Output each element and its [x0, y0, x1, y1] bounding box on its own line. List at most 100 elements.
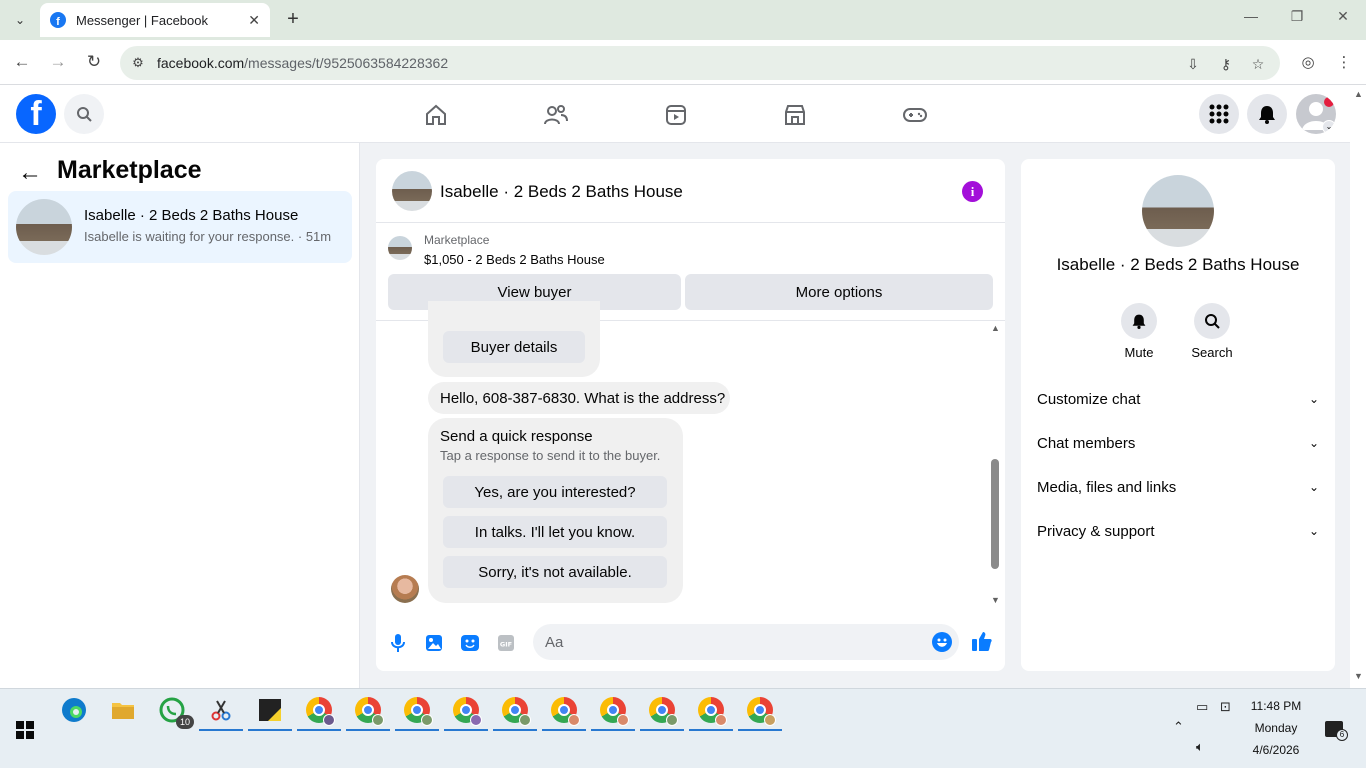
gif-icon[interactable]: GIF [495, 632, 517, 654]
quick-response-in-talks[interactable]: In talks. I'll let you know. [443, 516, 667, 548]
password-key-icon[interactable]: ⚷ [1216, 54, 1236, 74]
snipping-tool-icon[interactable] [199, 691, 243, 731]
quick-response-not-available[interactable]: Sorry, it's not available. [443, 556, 667, 588]
account-avatar[interactable]: ⌄ [1296, 94, 1336, 134]
sticker-icon[interactable] [459, 632, 481, 654]
notification-center-icon[interactable]: 6 [1325, 721, 1348, 741]
scroll-down-arrow-icon[interactable]: ▼ [991, 595, 1000, 605]
marketplace-icon[interactable] [782, 102, 808, 128]
chat-avatar[interactable] [392, 171, 432, 211]
browser-tab-bar: ⌄ f Messenger | Facebook ✕ + — ❐ ✕ [0, 0, 1366, 40]
url-text[interactable]: facebook.com/messages/t/9525063584228362 [157, 55, 448, 71]
info-icon[interactable]: i [962, 181, 983, 202]
grid-icon [1209, 104, 1229, 124]
search-action[interactable]: Search [1182, 303, 1242, 360]
section-customize-chat[interactable]: Customize chat ⌄ [1037, 383, 1319, 415]
listing-photo [16, 199, 72, 255]
scroll-up-arrow-icon[interactable]: ▲ [1354, 89, 1363, 99]
chrome-profile-8-icon[interactable] [640, 691, 684, 731]
search-label: Search [1191, 345, 1233, 360]
section-label: Media, files and links [1037, 478, 1177, 496]
file-explorer-icon[interactable] [101, 691, 145, 729]
show-hidden-icons-chevron-icon[interactable]: ⌃ [1173, 719, 1184, 735]
back-button[interactable]: ← [10, 51, 34, 75]
restore-button[interactable]: ❐ [1282, 8, 1312, 25]
chrome-profile-10-icon[interactable] [738, 691, 782, 731]
edge-icon[interactable] [52, 691, 96, 729]
bookmark-star-icon[interactable]: ☆ [1248, 54, 1268, 74]
thumbs-up-icon[interactable] [971, 630, 993, 652]
bell-icon [1121, 303, 1157, 339]
listing-price-title[interactable]: $1,050 - 2 Beds 2 Baths House [424, 252, 605, 267]
tab-search-dropdown[interactable]: ⌄ [8, 8, 32, 32]
chrome-profile-3-icon[interactable] [395, 691, 439, 731]
chrome-profile-9-icon[interactable] [689, 691, 733, 731]
section-media-files-links[interactable]: Media, files and links ⌄ [1037, 471, 1319, 503]
notification-count: 6 [1336, 729, 1348, 741]
section-privacy-support[interactable]: Privacy & support ⌄ [1037, 515, 1319, 547]
page-scrollbar[interactable]: ▲ ▼ [1350, 85, 1366, 688]
section-label: Privacy & support [1037, 522, 1155, 540]
friends-icon[interactable] [543, 102, 569, 128]
message-input[interactable]: Aa [533, 624, 959, 660]
browser-toolbar: ← → ↻ ⚙ facebook.com/messages/t/95250635… [0, 40, 1366, 85]
section-label: Chat members [1037, 434, 1136, 452]
minimize-button[interactable]: — [1236, 8, 1266, 24]
clock-date[interactable]: 4/6/2026 [1240, 743, 1312, 757]
quick-response-yes[interactable]: Yes, are you interested? [443, 476, 667, 508]
marketplace-label: Marketplace [424, 233, 490, 247]
window-close-button[interactable]: ✕ [1328, 8, 1358, 25]
whatsapp-icon[interactable]: 10 [150, 691, 194, 729]
scroll-down-arrow-icon[interactable]: ▼ [1354, 671, 1363, 681]
menu-grid-button[interactable] [1199, 94, 1239, 134]
chrome-profile-4-icon[interactable] [444, 691, 488, 731]
photo-icon[interactable] [423, 632, 445, 654]
chevron-down-icon: ⌄ [1308, 392, 1319, 406]
back-arrow-icon[interactable]: ← [18, 159, 42, 187]
mute-action[interactable]: Mute [1109, 303, 1169, 360]
battery-icon[interactable]: ▭ [1196, 699, 1208, 715]
clock-time[interactable]: 11:48 PM [1240, 699, 1312, 713]
volume-icon[interactable]: 🔈︎ [1196, 739, 1204, 755]
tab-close-icon[interactable]: ✕ [248, 12, 260, 29]
sticky-notes-icon[interactable] [248, 691, 292, 731]
site-info-icon[interactable]: ⚙ [128, 53, 148, 73]
section-chat-members[interactable]: Chat members ⌄ [1037, 427, 1319, 459]
scroll-thumb[interactable] [991, 459, 999, 569]
facebook-logo-icon[interactable]: f [16, 94, 56, 134]
scroll-up-arrow-icon[interactable]: ▲ [991, 323, 1000, 333]
home-icon[interactable] [423, 102, 449, 128]
network-icon[interactable]: ⊡ [1220, 699, 1231, 715]
search-button[interactable] [64, 94, 104, 134]
chrome-profile-5-icon[interactable] [493, 691, 537, 731]
gaming-icon[interactable] [902, 102, 928, 128]
address-bar[interactable]: ⚙ facebook.com/messages/t/95250635842283… [120, 46, 1280, 80]
new-tab-button[interactable]: + [282, 8, 304, 30]
profile-icon[interactable]: ◎ [1297, 52, 1319, 74]
browser-tab-messenger[interactable]: f Messenger | Facebook ✕ [40, 3, 270, 37]
install-app-icon[interactable]: ⇩ [1183, 54, 1203, 74]
windows-start-icon[interactable] [16, 721, 34, 739]
bell-icon [1259, 106, 1275, 124]
chevron-down-icon: ⌄ [1308, 436, 1319, 450]
notifications-button[interactable] [1247, 94, 1287, 134]
chevron-down-icon: ⌄ [1308, 524, 1319, 538]
emoji-icon[interactable] [932, 632, 952, 652]
clock-day[interactable]: Monday [1240, 721, 1312, 735]
microphone-icon[interactable] [387, 632, 409, 654]
chat-scrollbar[interactable]: ▲ ▼ [988, 321, 1002, 609]
reload-button[interactable]: ↻ [82, 51, 106, 75]
search-icon [1194, 303, 1230, 339]
chat-title[interactable]: Isabelle · 2 Beds 2 Baths House [440, 182, 683, 202]
chrome-profile-2-icon[interactable] [346, 691, 390, 731]
conversation-item[interactable]: Isabelle · 2 Beds 2 Baths House Isabelle… [8, 191, 352, 263]
video-icon[interactable] [663, 102, 689, 128]
more-options-button[interactable]: More options [685, 274, 993, 310]
chrome-profile-7-icon[interactable] [591, 691, 635, 731]
forward-button[interactable]: → [46, 51, 70, 75]
chrome-menu-icon[interactable]: ⋮ [1333, 52, 1355, 74]
chrome-profile-6-icon[interactable] [542, 691, 586, 731]
buyer-details-button[interactable]: Buyer details [443, 331, 585, 363]
chrome-profile-1-icon[interactable] [297, 691, 341, 731]
chat-panel: Isabelle · 2 Beds 2 Baths House i Market… [376, 159, 1005, 671]
